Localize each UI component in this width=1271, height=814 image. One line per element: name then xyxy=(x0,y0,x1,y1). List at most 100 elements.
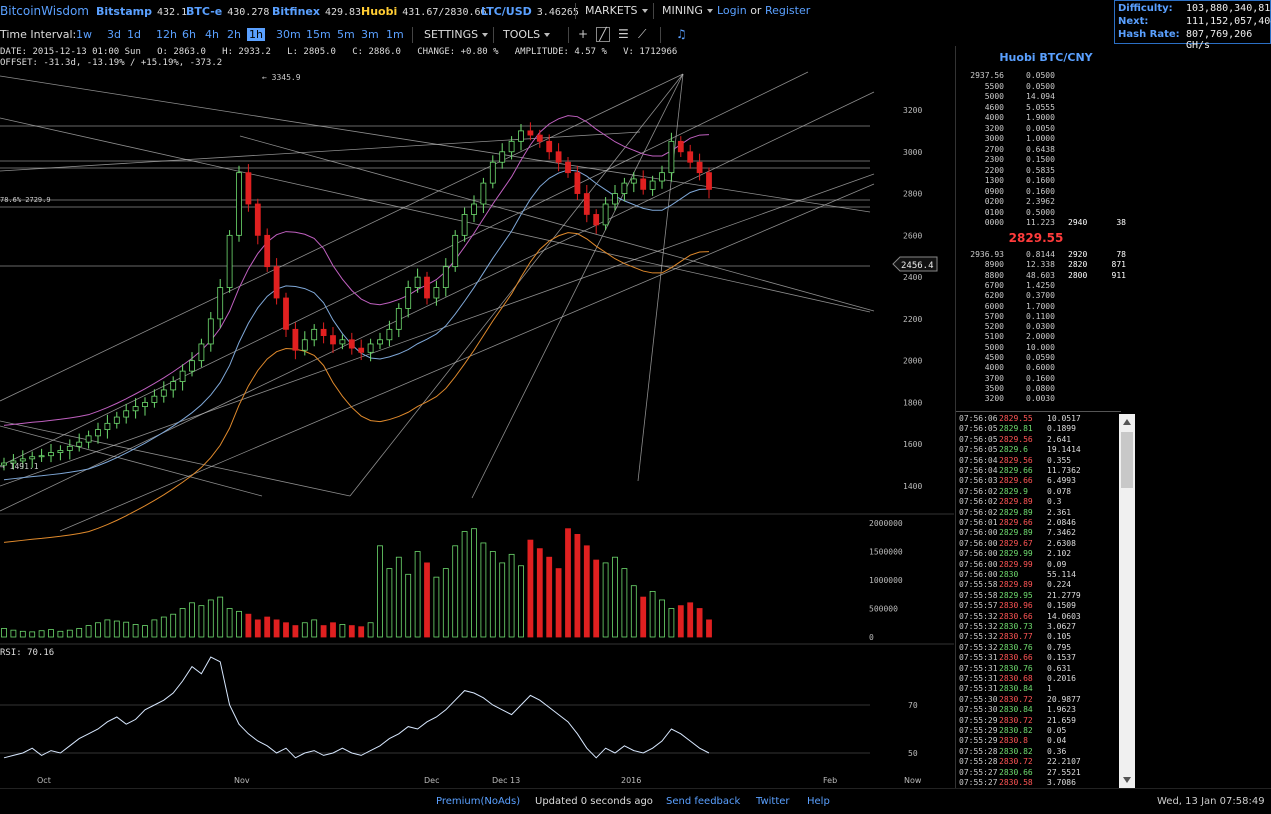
volume-bar xyxy=(508,553,515,638)
volume-tick-label: 0 xyxy=(869,633,874,642)
scroll-down-arrow-icon[interactable] xyxy=(1123,777,1131,783)
price-chart[interactable]: 3200 3000 2800 2600 2400 2200 2000 1800 1600 1400… xyxy=(0,46,954,788)
candle xyxy=(424,271,430,305)
exchange-bitfinex[interactable]: Bitfinex 429.83 xyxy=(272,5,361,18)
bell-icon[interactable]: ♫ xyxy=(676,27,687,41)
exchange-huobi[interactable]: Huobi 431.67/2830.66 xyxy=(361,5,487,18)
trade-row: 07:55:582829.89 0.224 xyxy=(959,580,1072,590)
trade-row: 07:56:052829.81 0.1899 xyxy=(959,424,1076,434)
tools-menu[interactable]: TOOLS xyxy=(503,28,551,41)
crosshair-tool-icon[interactable]: + xyxy=(578,27,588,41)
orderbook-title[interactable]: Huobi BTC/CNY xyxy=(956,51,1136,64)
volume-bar xyxy=(687,602,694,638)
candle xyxy=(38,448,45,462)
markets-menu[interactable]: MARKETS xyxy=(585,4,648,17)
volume-bar xyxy=(142,625,148,638)
divider xyxy=(568,27,569,43)
candle xyxy=(405,280,412,318)
candle-up xyxy=(602,203,609,226)
twitter-link[interactable]: Twitter xyxy=(756,796,790,807)
volume-bar xyxy=(95,622,101,638)
interval-1h[interactable]: 1h xyxy=(247,28,265,41)
interval-6h[interactable]: 6h xyxy=(182,28,196,41)
premium-link[interactable]: Premium(NoAds) xyxy=(436,796,520,807)
candle-up xyxy=(480,182,487,205)
trade-row: 07:56:052829.6 19.1414 xyxy=(959,445,1081,455)
interval-30m[interactable]: 30m xyxy=(276,28,301,41)
trade-row: 07:55:322830.66 14.0603 xyxy=(959,611,1081,621)
volume-bar xyxy=(414,551,421,638)
feedback-link[interactable]: Send feedback xyxy=(666,796,740,807)
candle xyxy=(236,165,242,242)
trend-line xyxy=(0,91,875,512)
fibonacci-tool-icon[interactable]: ⟋ xyxy=(638,27,646,42)
candle xyxy=(649,175,656,196)
help-link[interactable]: Help xyxy=(807,796,830,807)
volume-bar xyxy=(273,619,280,638)
interval-1d[interactable]: 1d xyxy=(127,28,141,41)
interval-4h[interactable]: 4h xyxy=(205,28,219,41)
candle xyxy=(113,411,120,429)
ask-row: 0100 0.5000 xyxy=(984,207,1055,217)
candle xyxy=(602,197,609,231)
trade-row: 07:55:312830.76 0.631 xyxy=(959,663,1072,673)
bid-row: 6200 0.3700 xyxy=(984,291,1055,301)
volume-bar xyxy=(160,616,167,638)
mining-menu[interactable]: MINING xyxy=(662,4,713,17)
candle-down xyxy=(358,347,365,353)
settings-menu[interactable]: SETTINGS xyxy=(424,28,489,41)
volume-bar xyxy=(283,622,289,638)
price-tick-label: 2200 xyxy=(903,315,922,324)
price-tick-label: 3000 xyxy=(903,148,922,157)
bid-row: 6000 1.7000 xyxy=(984,301,1055,311)
candle-up xyxy=(433,287,440,299)
interval-3d[interactable]: 3d xyxy=(107,28,121,41)
ask-row: 0200 2.3962 xyxy=(984,197,1055,206)
scroll-up-arrow-icon[interactable] xyxy=(1123,419,1131,425)
candle-up xyxy=(499,151,506,163)
horizontal-lines-tool-icon[interactable]: ☰ xyxy=(618,27,629,41)
interval-3m[interactable]: 3m xyxy=(361,28,379,41)
candle-down xyxy=(283,297,289,330)
rsi-tick-label: 50 xyxy=(908,749,918,758)
exchange-btce[interactable]: BTC-e 430.278 xyxy=(186,5,269,18)
candle xyxy=(179,364,186,391)
candle-down xyxy=(330,335,336,345)
exchange-bitstamp[interactable]: Bitstamp 432.1 xyxy=(96,5,187,18)
candle xyxy=(677,136,684,157)
site-logo[interactable]: BitcoinWisdom xyxy=(0,4,89,18)
candle-down xyxy=(424,276,430,299)
bid-row: 8900 12.338 xyxy=(984,260,1055,270)
ask-row: 3000 1.0000 xyxy=(984,134,1055,143)
volume-bar xyxy=(452,545,459,638)
candle-up xyxy=(442,266,449,288)
interval-1m[interactable]: 1m xyxy=(386,28,404,41)
divider xyxy=(412,27,413,43)
trade-row: 07:56:002830 55.114 xyxy=(959,570,1076,579)
time-axis-label: Dec xyxy=(424,776,439,785)
line-draw-tool-icon[interactable]: ╱ xyxy=(596,27,610,42)
register-link[interactable]: Register xyxy=(765,4,810,17)
price-tick-label: 2400 xyxy=(903,273,922,282)
trade-row: 07:55:282830.72 22.2107 xyxy=(959,757,1081,767)
candle-down xyxy=(677,140,684,153)
candle-up xyxy=(301,339,308,351)
candle xyxy=(395,303,402,338)
trade-row: 07:55:302830.84 1.9623 xyxy=(959,705,1076,715)
candle-up xyxy=(621,182,628,194)
scrollbar-thumb[interactable] xyxy=(1121,432,1133,488)
interval-12h[interactable]: 12h xyxy=(156,28,177,41)
volume-bar xyxy=(583,545,590,638)
exchange-price: 431.67/2830.66 xyxy=(402,7,487,18)
interval-2h[interactable]: 2h xyxy=(227,28,241,41)
interval-1w[interactable]: 1w xyxy=(76,28,92,41)
interval-15m[interactable]: 15m xyxy=(306,28,331,41)
interval-5m[interactable]: 5m xyxy=(337,28,355,41)
volume-bar xyxy=(677,605,684,638)
trades-scrollbar[interactable] xyxy=(1119,414,1135,788)
exchange-ltcusd[interactable]: LTC/USD 3.46265 xyxy=(481,5,579,18)
login-link[interactable]: Login xyxy=(717,4,747,17)
candle-up xyxy=(179,370,186,382)
recent-trades-list[interactable]: 07:56:062829.55 10.0517 07:56:052829.81 0.1… xyxy=(956,411,1121,788)
ask-row: 4600 5.0555 xyxy=(984,102,1055,112)
